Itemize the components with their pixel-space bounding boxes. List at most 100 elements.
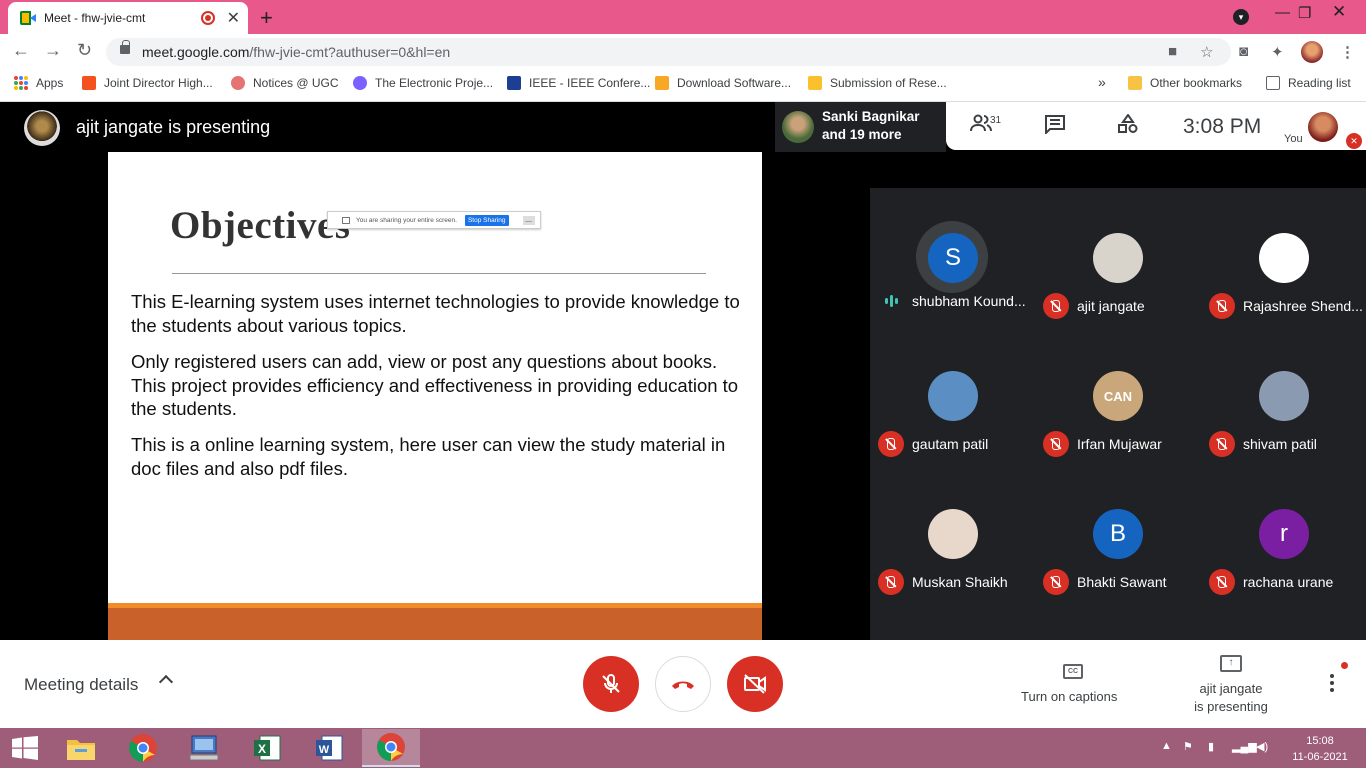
taskbar-word[interactable]: W [300, 729, 358, 767]
close-tab-icon[interactable]: ✕ [227, 8, 240, 28]
folder-icon [67, 740, 95, 760]
slide-title: Objectives [170, 204, 351, 247]
leave-call-button[interactable] [655, 656, 711, 712]
bookmark-ugc[interactable]: Notices @ UGC [231, 76, 339, 90]
reading-list-icon [1266, 76, 1280, 90]
tray-battery-icon[interactable]: ▮ [1208, 740, 1214, 753]
participant-grid-top [870, 152, 1366, 188]
bookmark-joint-director[interactable]: Joint Director High... [82, 76, 213, 90]
participant-name-row: ajit jangate [1043, 293, 1145, 319]
self-mic-off-icon: ✕ [1346, 133, 1362, 149]
participant-avatar[interactable] [1259, 371, 1309, 421]
participant-avatar[interactable]: B [1093, 509, 1143, 559]
microphone-off-button[interactable] [583, 656, 639, 712]
speaking-indicator-icon [878, 293, 904, 309]
bookmark-label: The Electronic Proje... [375, 76, 494, 90]
participant-avatar[interactable] [1093, 233, 1143, 283]
start-button[interactable] [0, 729, 50, 767]
blogger-icon [82, 76, 96, 90]
hang-up-icon [672, 681, 694, 689]
participant-name-row: rachana urane [1209, 569, 1333, 595]
mic-off-icon [878, 569, 904, 595]
self-avatar[interactable] [1308, 112, 1338, 142]
mic-off-icon [1209, 569, 1235, 595]
extensions-icon[interactable]: ✦ [1271, 43, 1284, 61]
bookmark-label: Download Software... [677, 76, 792, 90]
participant-count: 31 [990, 115, 1002, 126]
forward-icon[interactable]: → [44, 40, 62, 61]
reload-icon[interactable]: ↻ [77, 40, 92, 61]
bookmark-download-software[interactable]: Download Software... [655, 76, 791, 90]
taskbar-clock[interactable]: 15:08 11-06-2021 [1288, 733, 1352, 765]
you-label: You [1284, 133, 1303, 145]
camera-off-button[interactable] [727, 656, 783, 712]
people-icon[interactable] [970, 114, 992, 138]
participant-name: shivam patil [1243, 436, 1317, 452]
participant-avatar[interactable] [928, 509, 978, 559]
bookmark-ieee[interactable]: IEEE - IEEE Confere... [507, 76, 650, 90]
back-icon[interactable]: ← [12, 40, 30, 61]
participant-name: gautam patil [912, 436, 989, 452]
restore-icon[interactable]: ❐ [1298, 4, 1311, 22]
bookmark-other[interactable]: Other bookmarks [1128, 76, 1242, 90]
taskbar-excel[interactable]: X [238, 729, 296, 767]
bookmark-electronic-project[interactable]: The Electronic Proje... [353, 76, 493, 90]
participant-avatar[interactable]: r [1259, 509, 1309, 559]
present-screen-icon[interactable]: ↑ [1220, 655, 1242, 672]
word-icon: W [316, 735, 343, 761]
more-options-icon[interactable] [1330, 674, 1334, 692]
slide-paragraph-1: This E-learning system uses internet tec… [131, 291, 740, 336]
tray-network-icon[interactable]: ▂▄▆ [1232, 740, 1257, 753]
tray-overflow-icon[interactable]: ▲ [1161, 740, 1172, 752]
new-tab-icon[interactable]: + [260, 5, 273, 31]
taskbar-chrome[interactable] [114, 729, 172, 767]
meeting-details-button[interactable]: Meeting details [24, 675, 138, 695]
meet-top-right-panel [946, 102, 1366, 150]
electronic-project-icon [353, 76, 367, 90]
participant-avatar[interactable] [1259, 233, 1309, 283]
lock-icon[interactable] [120, 40, 130, 54]
participant-initial: CAN [1103, 388, 1133, 404]
ugc-icon [231, 76, 245, 90]
tray-flag-icon[interactable]: ⚑ [1183, 740, 1193, 753]
chip-avatar [782, 111, 814, 143]
taskbar-file-explorer[interactable] [52, 729, 110, 767]
bookmark-reading-list[interactable]: Reading list [1266, 76, 1351, 90]
tab-title: Meet - fhw-jvie-cmt [44, 11, 146, 25]
chrome-menu-icon[interactable]: ⋮ [1340, 43, 1355, 61]
captions-button[interactable]: Turn on captions [1021, 689, 1117, 704]
presenting-status[interactable]: ajit jangate is presenting [1190, 680, 1272, 716]
camera-in-use-icon[interactable]: ■ [1168, 43, 1177, 60]
participant-avatar[interactable]: CAN [1093, 371, 1143, 421]
participant-name-row: Irfan Mujawar [1043, 431, 1162, 457]
bookmark-submission[interactable]: Submission of Rese... [808, 76, 947, 90]
activities-icon[interactable] [1117, 113, 1139, 140]
browser-tab[interactable]: Meet - fhw-jvie-cmt ✕ [8, 2, 248, 34]
participant-name-row: shivam patil [1209, 431, 1317, 457]
presenter-avatar [24, 110, 60, 146]
screenshot-icon[interactable]: ◙ [1239, 43, 1248, 60]
participant-avatar[interactable] [928, 371, 978, 421]
url-text[interactable]: meet.google.com/fhw-jvie-cmt?authuser=0&… [142, 44, 450, 60]
bookmark-star-icon[interactable]: ☆ [1200, 43, 1213, 61]
tab-search-icon[interactable]: ▾ [1233, 9, 1249, 25]
close-window-icon[interactable]: ✕ [1332, 2, 1346, 22]
presenting-status-line2: is presenting [1194, 699, 1268, 714]
participant-name-row: Bhakti Sawant [1043, 569, 1167, 595]
taskbar-remote-desktop[interactable] [176, 729, 234, 767]
minimize-icon[interactable]: — [1275, 4, 1290, 21]
more-bookmarks-icon[interactable]: » [1098, 74, 1106, 90]
participant-avatar[interactable]: S [928, 233, 978, 283]
hide-share-notice-button[interactable]: __ [522, 215, 535, 225]
slide-paragraph-3: This is a online learning system, here u… [131, 434, 726, 479]
taskbar-date: 11-06-2021 [1292, 751, 1348, 763]
stop-sharing-button[interactable]: Stop Sharing [464, 214, 509, 226]
captions-icon[interactable]: CC [1063, 664, 1083, 679]
participant-name: Muskan Shaikh [912, 574, 1008, 590]
profile-avatar[interactable] [1301, 41, 1323, 63]
mic-off-icon [878, 431, 904, 457]
chat-icon[interactable] [1044, 114, 1066, 140]
bookmark-apps[interactable]: Apps [14, 76, 63, 90]
tray-volume-icon[interactable]: ◀) [1256, 740, 1268, 753]
taskbar-chrome-active[interactable] [362, 729, 420, 767]
